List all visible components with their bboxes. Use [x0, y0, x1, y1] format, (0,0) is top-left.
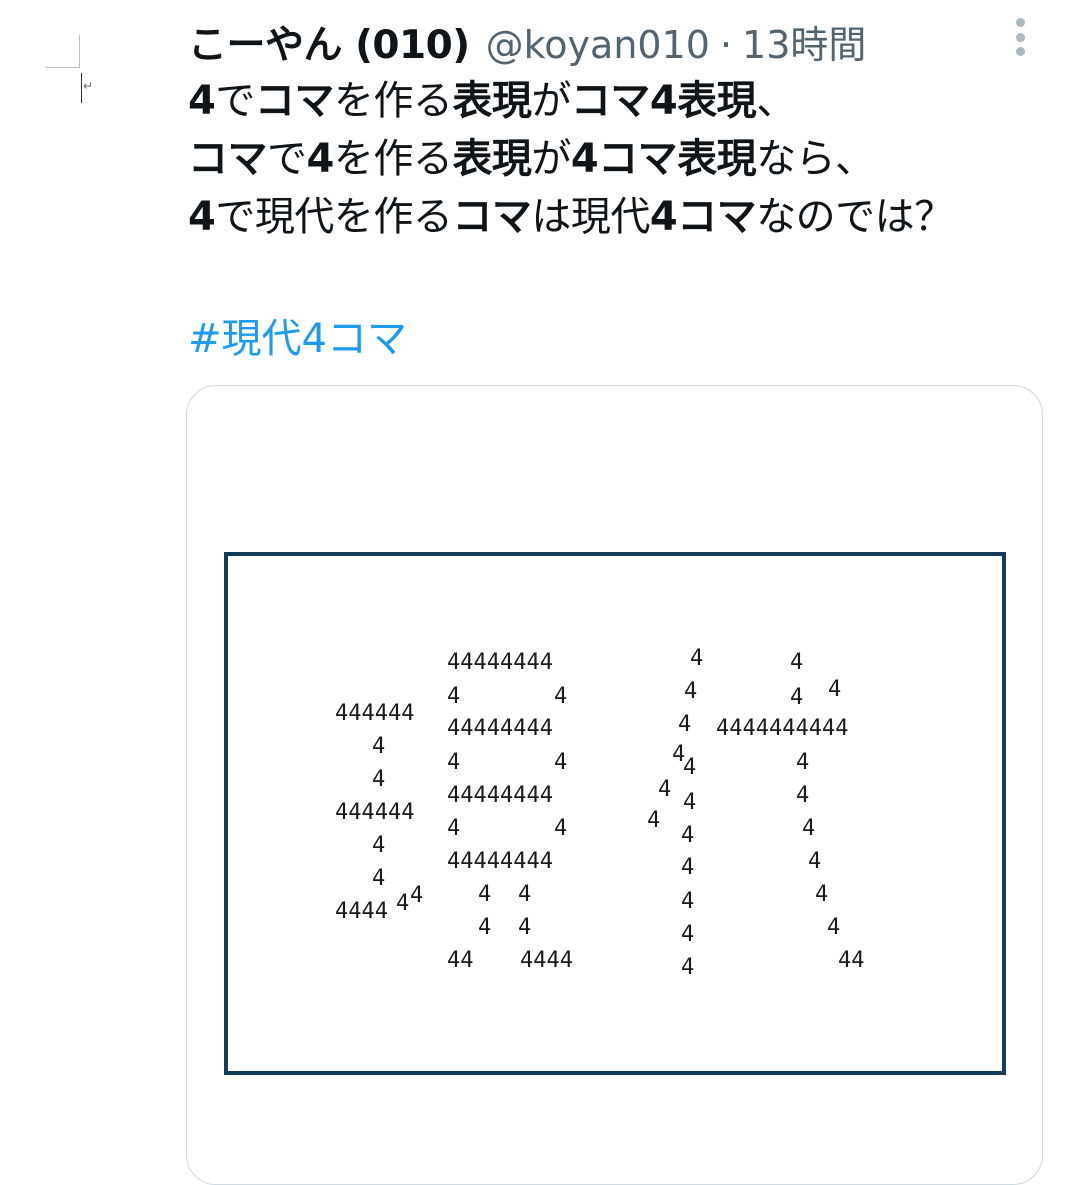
- tweet-line: 4で現代を作るコマは現代4コマなのでは？: [188, 188, 1068, 246]
- text-run: を作る: [333, 78, 453, 124]
- bold-text: 4: [188, 78, 216, 124]
- tweet-line: コマで4を作る表現が4コマ表現なら、: [188, 130, 1068, 188]
- dot-icon: [1015, 47, 1025, 56]
- text-run: 、: [756, 78, 796, 124]
- bold-text: コマ: [188, 136, 268, 182]
- bold-text: コマ: [452, 194, 532, 240]
- text-run: なら、: [756, 136, 875, 182]
- text-run: で: [267, 136, 307, 182]
- text-cursor-mark: ↵: [46, 35, 93, 105]
- bold-text: コマ: [254, 78, 335, 124]
- text-run: が: [531, 78, 571, 124]
- hashtag-link[interactable]: #現代4コマ: [188, 310, 407, 368]
- bold-text: コマ4表現: [570, 78, 757, 124]
- text-run: は現代: [531, 194, 650, 240]
- dot-icon: [1015, 32, 1025, 42]
- author-handle[interactable]: @koyan010: [486, 23, 710, 67]
- bold-text: 4: [188, 194, 216, 240]
- tweet-timestamp[interactable]: 13時間: [742, 14, 866, 69]
- text-run: が: [531, 136, 571, 182]
- text-run: を作る: [333, 136, 453, 182]
- bold-text: 表現: [452, 136, 532, 182]
- tweet-header: こーやん (010) @koyan010 · 13時間: [188, 14, 866, 68]
- bold-text: 4: [306, 136, 335, 182]
- tweet-line: 4でコマを作る表現がコマ4表現、: [188, 72, 1068, 130]
- text-run: で: [215, 78, 255, 124]
- bold-text: 4コマ表現: [570, 136, 757, 182]
- tweet-text: 4でコマを作る表現がコマ4表現、 コマで4を作る表現が4コマ表現なら、 4で現代を作…: [188, 72, 1068, 246]
- dot-icon: [1015, 18, 1025, 27]
- image-frame: [224, 552, 1006, 1075]
- author-name[interactable]: こーやん (010): [188, 14, 470, 70]
- bold-text: 4コマ: [649, 194, 757, 240]
- bold-text: 表現: [452, 78, 532, 124]
- separator-dot: ·: [719, 23, 733, 67]
- text-run: で現代を作る: [215, 194, 453, 240]
- more-options-icon[interactable]: [1006, 14, 1034, 60]
- text-run: なのでは？: [756, 194, 954, 240]
